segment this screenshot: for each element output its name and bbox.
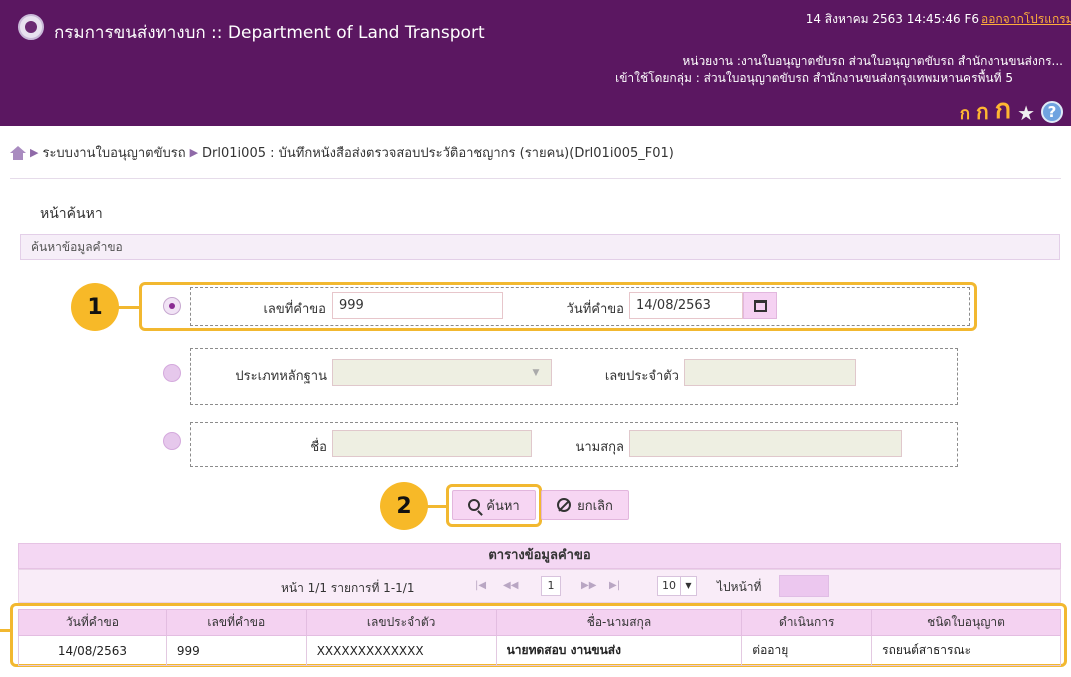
- font-medium-button[interactable]: ก: [976, 102, 989, 123]
- last-name-input[interactable]: [629, 430, 902, 457]
- search-icon: [468, 499, 481, 511]
- column-header: ชื่อ-นามสกุล: [495, 609, 743, 636]
- logout-link[interactable]: ออกจากโปรแกรม: [981, 10, 1071, 29]
- datetime-text: 14 สิงหาคม 2563 14:45:46 F6: [805, 12, 979, 26]
- app-header: กรมการขนส่งทางบก :: Department of Land T…: [0, 0, 1071, 126]
- cell-license-type: รถยนต์สาธารณะ: [871, 635, 1061, 666]
- cancel-button[interactable]: ยกเลิก: [541, 490, 629, 520]
- cancel-icon: [557, 498, 572, 512]
- group-text: เข้าใช้โดยกลุ่ม : ส่วนใบอนุญาตขับรถ สำนั…: [615, 71, 1013, 85]
- radio-request-criteria[interactable]: [163, 297, 181, 315]
- page-number[interactable]: 1: [541, 576, 561, 596]
- cancel-button-label: ยกเลิก: [577, 498, 613, 514]
- calendar-icon: [753, 299, 767, 312]
- column-header: เลขที่คำขอ: [165, 609, 307, 636]
- document-type-label: ประเภทหลักฐาน: [235, 369, 327, 384]
- breadcrumb-item-current: Drl01i005 : บันทึกหนังสือส่งตรวจสอบประวั…: [202, 146, 674, 161]
- goto-page-input[interactable]: [779, 575, 829, 597]
- table-row[interactable]: 14/08/2563 999 XXXXXXXXXXXXX นายทดสอบ งา…: [18, 635, 1061, 666]
- next-page-icon[interactable]: ▶▶: [581, 580, 596, 591]
- divider: [10, 178, 1061, 179]
- chevron-right-icon: ▶: [30, 146, 39, 159]
- results-table: วันที่คำขอ เลขที่คำขอ เลขประจำตัว ชื่อ-น…: [18, 609, 1061, 666]
- request-no-input[interactable]: 999: [332, 292, 503, 319]
- star-icon[interactable]: ★: [1017, 103, 1035, 123]
- cell-action: ต่ออายุ: [741, 635, 873, 666]
- pager-info: หน้า 1/1 รายการที่ 1-1/1: [281, 581, 415, 595]
- help-icon[interactable]: ?: [1041, 101, 1063, 123]
- callout-line-2: [427, 505, 447, 508]
- last-name-label: นามสกุล: [575, 440, 624, 455]
- last-page-icon[interactable]: ▶|: [609, 580, 620, 591]
- home-icon[interactable]: [10, 145, 26, 160]
- chevron-right-icon: ▶: [189, 146, 199, 159]
- first-name-label: ชื่อ: [310, 440, 327, 455]
- chevron-down-icon: ▼: [532, 367, 540, 378]
- cell-request-date: 14/08/2563: [18, 635, 167, 666]
- callout-badge-1: 1: [71, 283, 119, 331]
- results-title: ตารางข้อมูลคำขอ: [18, 543, 1061, 569]
- column-header: ชนิดใบอนุญาต: [871, 609, 1061, 636]
- column-header: ดำเนินการ: [741, 609, 873, 636]
- font-large-button[interactable]: ก: [995, 96, 1011, 123]
- page-size-value: 10: [662, 579, 676, 592]
- breadcrumb: ▶ ระบบงานใบอนุญาตขับรถ ▶ Drl01i005 : บัน…: [10, 142, 674, 163]
- table-header-row: วันที่คำขอ เลขที่คำขอ เลขประจำตัว ชื่อ-น…: [18, 609, 1061, 636]
- font-small-button[interactable]: ก: [960, 106, 970, 123]
- document-type-select[interactable]: [332, 359, 552, 386]
- column-header: วันที่คำขอ: [18, 609, 167, 636]
- id-number-label: เลขประจำตัว: [604, 369, 679, 384]
- request-date-label: วันที่คำขอ: [566, 302, 624, 317]
- first-name-input[interactable]: [332, 430, 532, 457]
- cell-request-no: 999: [165, 635, 307, 666]
- cell-full-name[interactable]: นายทดสอบ งานขนส่ง: [495, 635, 743, 666]
- app-title: กรมการขนส่งทางบก :: Department of Land T…: [54, 23, 485, 43]
- search-button-label: ค้นหา: [486, 498, 520, 514]
- request-no-label: เลขที่คำขอ: [263, 302, 326, 317]
- search-button[interactable]: ค้นหา: [452, 490, 536, 520]
- callout-line-1: [118, 306, 140, 309]
- callout-badge-2: 2: [380, 482, 428, 530]
- page-title: หน้าค้นหา: [40, 206, 103, 222]
- font-size-tools: ก ก ก ★ ?: [960, 96, 1063, 123]
- calendar-button[interactable]: [743, 292, 777, 319]
- request-date-input[interactable]: 14/08/2563: [629, 292, 743, 319]
- pager: หน้า 1/1 รายการที่ 1-1/1 |◀ ◀◀ 1 ▶▶ ▶| 1…: [18, 569, 1061, 603]
- prev-page-icon[interactable]: ◀◀: [503, 580, 518, 591]
- column-header: เลขประจำตัว: [305, 609, 497, 636]
- radio-name-criteria[interactable]: [163, 432, 181, 450]
- radio-document-criteria[interactable]: [163, 364, 181, 382]
- breadcrumb-item-system[interactable]: ระบบงานใบอนุญาตขับรถ: [42, 142, 185, 163]
- cell-id-number: XXXXXXXXXXXXX: [305, 635, 497, 666]
- callout-line-3: [0, 629, 12, 632]
- first-page-icon[interactable]: |◀: [475, 580, 486, 591]
- id-number-input[interactable]: [684, 359, 856, 386]
- chevron-down-icon: ▼: [680, 577, 696, 595]
- section-header: ค้นหาข้อมูลคำขอ: [20, 234, 1060, 260]
- page-size-select[interactable]: 10 ▼: [657, 576, 697, 596]
- goto-page-label: ไปหน้าที่: [717, 580, 762, 594]
- logo-icon: [18, 14, 44, 40]
